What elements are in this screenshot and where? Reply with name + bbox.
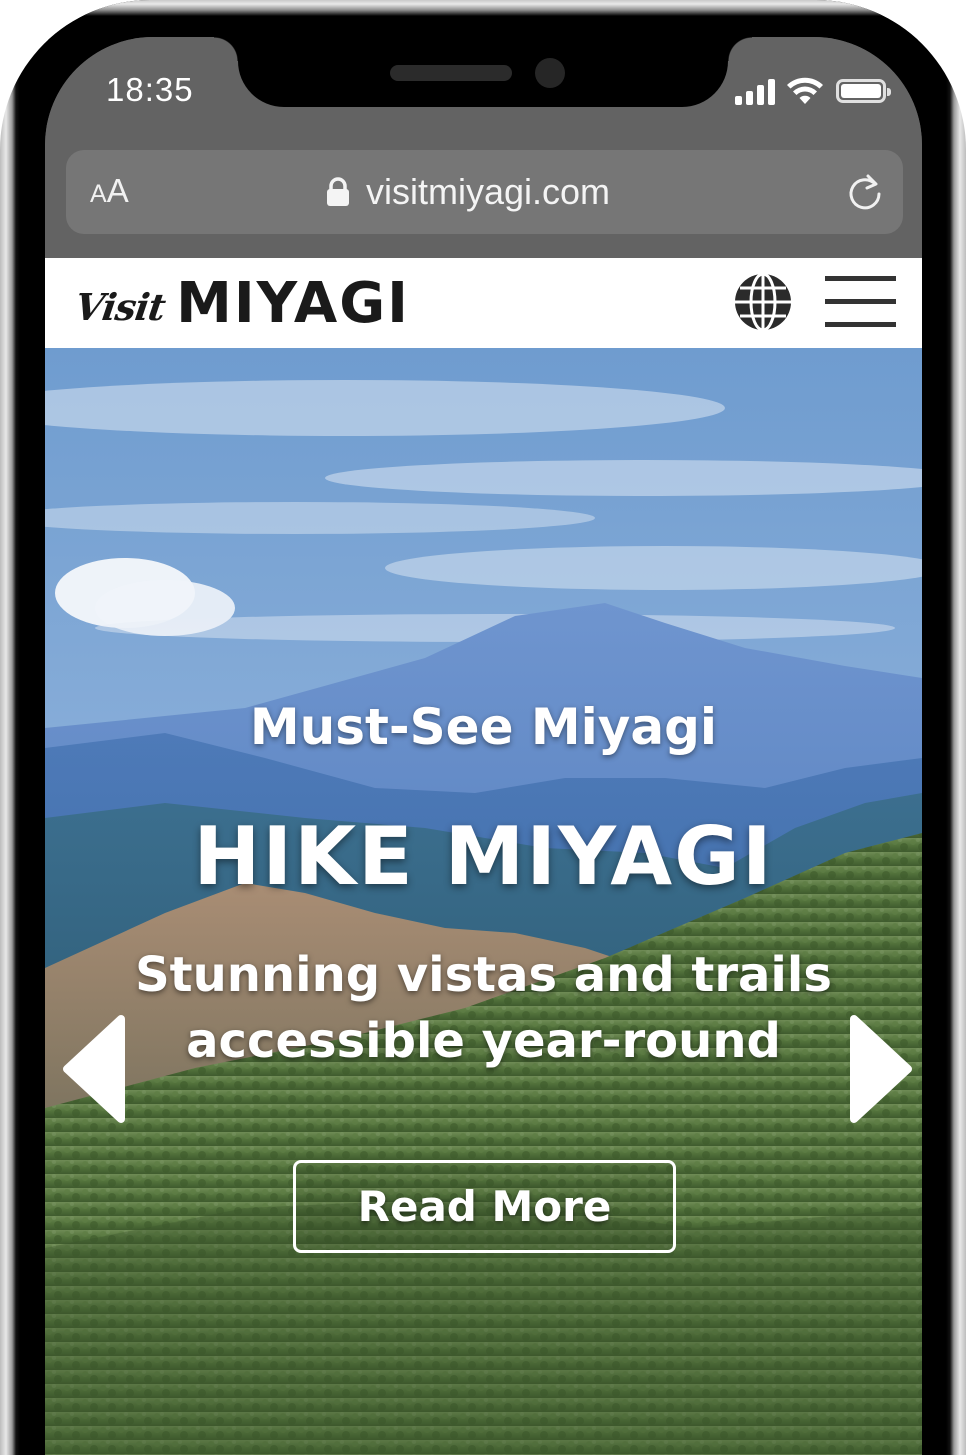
- site-header: Visit MIYAGI: [45, 258, 922, 348]
- notch: [214, 37, 752, 107]
- wifi-icon: [787, 77, 823, 104]
- hero-eyebrow: Must-See Miyagi: [249, 698, 718, 756]
- site-logo[interactable]: Visit MIYAGI: [72, 271, 410, 336]
- battery-icon: [836, 79, 891, 103]
- hero-subtitle-line-1: Stunning vistas and trails: [135, 947, 832, 1003]
- globe-icon[interactable]: [733, 272, 793, 332]
- read-more-button[interactable]: Read More: [293, 1160, 676, 1253]
- phone-screen: 18:35 AA visitmiyagi.com Visit MIYAGI Mu…: [45, 37, 922, 1455]
- text-size-small-label: A: [90, 180, 107, 208]
- hero-subtitle: Stunning vistas and trails accessible ye…: [105, 942, 862, 1074]
- text-size-button[interactable]: AA: [90, 172, 129, 210]
- logo-visit-text: Visit: [72, 285, 168, 329]
- logo-miyagi-text: MIYAGI: [176, 271, 410, 336]
- speaker-grille: [390, 65, 512, 81]
- hero-title: HIKE MIYAGI: [193, 810, 774, 903]
- cellular-signal-icon: [735, 79, 777, 105]
- lock-icon: [327, 177, 349, 206]
- status-icons: [735, 75, 895, 109]
- url-display[interactable]: visitmiyagi.com: [326, 168, 610, 216]
- arrow-left-icon[interactable]: [61, 1013, 129, 1125]
- front-camera: [535, 58, 565, 88]
- reload-icon[interactable]: [845, 172, 885, 212]
- phone-frame: 18:35 AA visitmiyagi.com Visit MIYAGI Mu…: [0, 0, 966, 1455]
- hamburger-menu-icon[interactable]: [825, 276, 896, 328]
- status-bar: 18:35: [45, 37, 922, 147]
- url-text: visitmiyagi.com: [366, 171, 611, 212]
- hero-subtitle-line-2: accessible year-round: [186, 1013, 781, 1069]
- text-size-large-label: A: [106, 172, 129, 209]
- address-bar[interactable]: AA visitmiyagi.com: [66, 150, 903, 234]
- hero-slider: Must-See Miyagi HIKE MIYAGI Stunning vis…: [45, 348, 922, 1455]
- arrow-right-icon[interactable]: [846, 1013, 914, 1125]
- status-time: 18:35: [106, 71, 194, 108]
- browser-chrome: AA visitmiyagi.com: [45, 147, 922, 257]
